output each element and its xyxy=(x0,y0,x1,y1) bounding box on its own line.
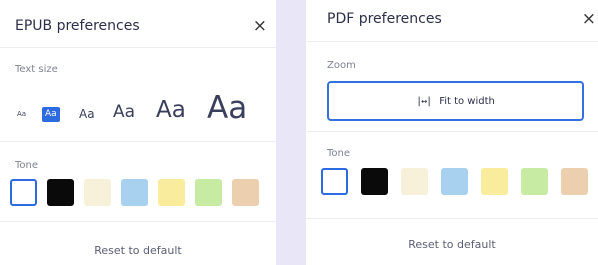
close-icon[interactable]: × xyxy=(253,18,267,35)
tone-label: Tone xyxy=(15,160,39,171)
tone-swatch[interactable] xyxy=(481,168,508,195)
fit-to-width-label: Fit to width xyxy=(439,95,495,107)
fit-to-width-button[interactable]: |↔| Fit to width xyxy=(327,81,584,121)
tone-swatch[interactable] xyxy=(561,168,588,195)
tone-swatch[interactable] xyxy=(232,179,259,206)
tone-swatch[interactable] xyxy=(47,179,74,206)
tone-swatch-selected[interactable] xyxy=(10,179,37,206)
text-size-options: Aa Aa Aa Aa Aa Aa xyxy=(15,84,265,124)
pdf-title: PDF preferences xyxy=(327,11,442,27)
pdf-preferences-panel: PDF preferences × Zoom |↔| Fit to width … xyxy=(306,0,598,265)
tone-swatch-selected[interactable] xyxy=(321,168,348,195)
epub-header: EPUB preferences × xyxy=(0,0,276,48)
divider xyxy=(0,141,276,142)
tone-swatch[interactable] xyxy=(158,179,185,206)
tone-swatch[interactable] xyxy=(401,168,428,195)
tone-swatch[interactable] xyxy=(521,168,548,195)
divider xyxy=(306,131,598,132)
tone-swatch[interactable] xyxy=(84,179,111,206)
epub-preferences-panel: EPUB preferences × Text size Aa Aa Aa Aa… xyxy=(0,0,276,265)
tone-swatch[interactable] xyxy=(441,168,468,195)
tone-swatch[interactable] xyxy=(195,179,222,206)
tone-label: Tone xyxy=(327,148,351,159)
text-size-option[interactable]: Aa xyxy=(207,93,247,124)
epub-title: EPUB preferences xyxy=(15,18,140,34)
text-size-option[interactable]: Aa xyxy=(79,108,95,120)
pdf-header: PDF preferences × xyxy=(306,0,598,42)
text-size-option-selected[interactable]: Aa xyxy=(42,107,60,122)
zoom-label: Zoom xyxy=(327,60,356,71)
reset-to-default-button[interactable]: Reset to default xyxy=(306,238,598,251)
fit-width-icon: |↔| xyxy=(416,95,432,107)
text-size-option[interactable]: Aa xyxy=(156,99,186,122)
text-size-option[interactable]: Aa xyxy=(17,111,26,118)
tone-swatch[interactable] xyxy=(121,179,148,206)
divider xyxy=(0,221,276,222)
tone-swatch[interactable] xyxy=(361,168,388,195)
divider xyxy=(306,218,598,219)
text-size-option[interactable]: Aa xyxy=(113,104,135,121)
text-size-label: Text size xyxy=(15,64,58,75)
close-icon[interactable]: × xyxy=(582,11,596,28)
reset-to-default-button[interactable]: Reset to default xyxy=(0,244,276,257)
